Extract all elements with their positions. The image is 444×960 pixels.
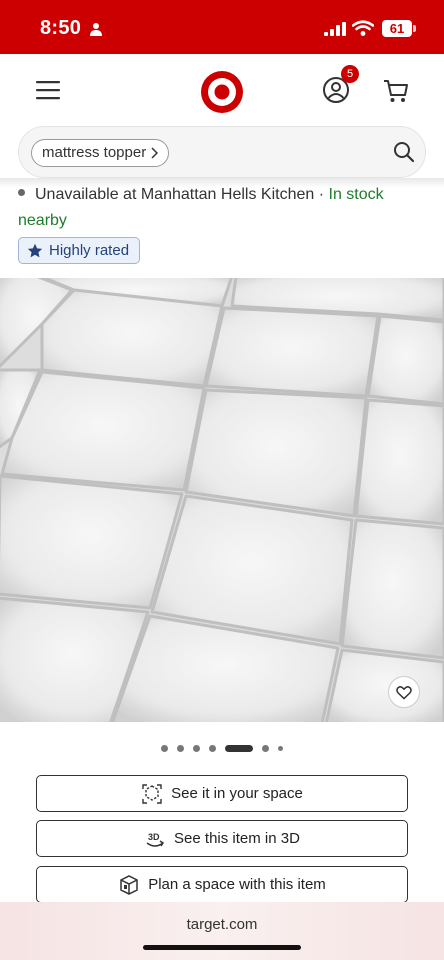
search-query-chip[interactable]: mattress topper [31,139,170,167]
availability-section: Unavailable at Manhattan Hells Kitchen ·… [0,178,444,278]
plan-a-space-button[interactable]: Plan a space with this item [36,866,408,903]
3d-view-icon: 3D [146,832,165,847]
status-bar: 8:50 61 [0,0,444,54]
target-logo[interactable] [200,70,244,114]
carousel-dot[interactable] [177,744,184,752]
highly-rated-badge: Highly rated [18,237,141,264]
availability-separator: · [314,186,329,203]
product-image[interactable] [0,278,444,722]
cart-count-badge: 5 [341,65,359,83]
see-in-your-space-label: See it in your space [171,785,303,802]
wifi-icon [352,20,374,36]
quilted-topper-illustration [0,278,444,722]
chevron-right-icon [151,147,159,159]
cart-icon[interactable] [382,77,410,105]
status-time: 8:50 [40,17,82,39]
in-stock-text: In stock [328,186,384,203]
search-query-text: mattress topper [42,144,147,161]
availability-dot [18,189,25,196]
battery-indicator: 61 [382,20,412,37]
image-carousel-dots[interactable] [0,742,444,754]
star-icon [27,243,43,257]
menu-icon[interactable] [36,80,60,100]
see-in-your-space-button[interactable]: See it in your space [36,775,408,812]
see-in-3d-button[interactable]: 3D See this item in 3D [36,820,408,857]
header-shadow [0,178,444,188]
person-icon [90,23,102,36]
carousel-dot[interactable] [209,744,216,752]
store-availability-text: Unavailable at Manhattan Hells Kitchen [35,186,315,203]
highly-rated-label: Highly rated [49,242,130,259]
home-indicator[interactable] [143,945,301,950]
see-in-3d-label: See this item in 3D [174,830,300,847]
in-stock-suffix: nearby [18,212,67,229]
signal-icon [324,22,346,36]
site-header: 5 [0,54,444,126]
carousel-dot[interactable] [193,744,200,752]
ar-view-icon [142,783,162,804]
carousel-dot[interactable] [161,744,168,752]
search-bar[interactable]: mattress topper [18,126,426,178]
favorite-button[interactable] [388,676,420,708]
carousel-dot[interactable] [262,744,269,752]
svg-text:3D: 3D [148,832,160,842]
browser-bottom-bar: target.com [0,902,444,960]
carousel-dot[interactable] [278,745,283,751]
store-availability: Unavailable at Manhattan Hells Kitchen ·… [18,186,384,204]
room-planner-icon [120,874,138,895]
plan-a-space-label: Plan a space with this item [148,876,326,893]
carousel-dot-active[interactable] [225,744,253,752]
heart-icon [396,685,412,699]
battery-tip [413,25,416,32]
search-icon[interactable] [393,141,415,163]
browser-domain[interactable]: target.com [0,916,444,933]
